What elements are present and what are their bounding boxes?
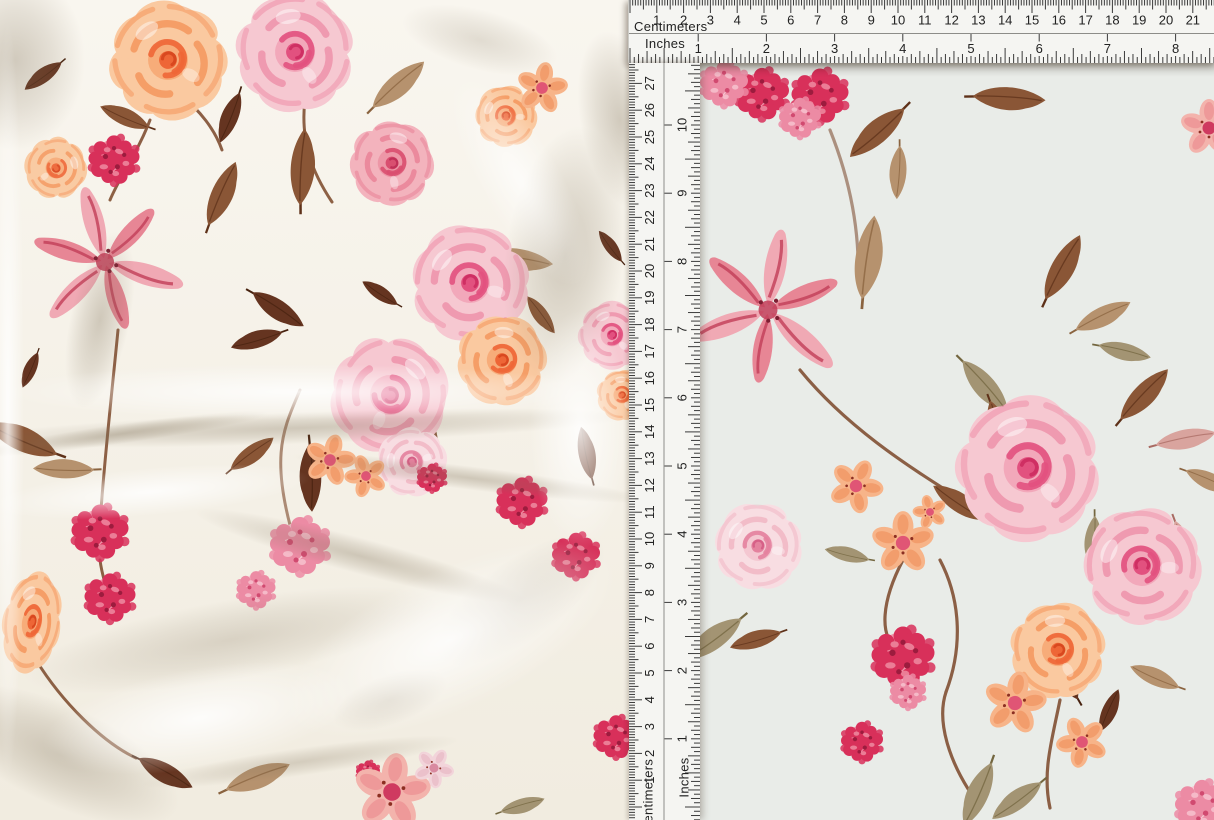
cm-tick-number: 10 bbox=[642, 532, 657, 546]
cm-tick-number: 16 bbox=[642, 371, 657, 385]
cm-tick-number: 7 bbox=[642, 616, 657, 623]
inch-tick-number: 6 bbox=[1036, 41, 1043, 56]
cm-tick-number: 14 bbox=[642, 425, 657, 439]
cm-tick-number: 4 bbox=[642, 696, 657, 703]
inch-tick-number: 9 bbox=[675, 190, 690, 197]
cm-tick-number: 11 bbox=[642, 505, 657, 519]
cm-tick-number: 13 bbox=[642, 451, 657, 465]
cm-tick-number: 5 bbox=[760, 13, 767, 28]
cm-tick-number: 21 bbox=[1186, 13, 1200, 28]
inch-tick-number: 1 bbox=[675, 735, 690, 742]
ruler-cast-shadow-top bbox=[629, 63, 1214, 77]
cm-tick-number: 4 bbox=[734, 13, 741, 28]
cm-tick-number: 14 bbox=[998, 13, 1012, 28]
cm-ticks bbox=[630, 0, 1214, 13]
cm-tick-number: 3 bbox=[707, 13, 714, 28]
vertical-ruler-scale: 1234567891011121314151617181920212223242… bbox=[629, 63, 700, 820]
horizontal-inches-label: Inches bbox=[645, 37, 685, 50]
vertical-centimeters-label: Centimeters bbox=[642, 750, 655, 820]
cm-tick-number: 24 bbox=[642, 157, 657, 171]
inch-tick-number: 7 bbox=[1104, 41, 1111, 56]
horizontal-centimeters-label: Centimeters bbox=[634, 20, 707, 33]
cm-tick-number: 12 bbox=[944, 13, 958, 28]
inch-tick-number: 1 bbox=[695, 41, 702, 56]
cm-tick-number: 19 bbox=[1132, 13, 1146, 28]
right-fabric-photo bbox=[629, 63, 1214, 820]
horizontal-ruler: 1234567891011121314151617181920211234567… bbox=[628, 0, 1214, 63]
cm-tick-number: 18 bbox=[1105, 13, 1119, 28]
inch-tick-number: 5 bbox=[675, 462, 690, 469]
cm-tick-number: 26 bbox=[642, 103, 657, 117]
inch-tick-number: 4 bbox=[675, 531, 690, 538]
inch-tick-number: 2 bbox=[763, 41, 770, 56]
cm-tick-number: 11 bbox=[918, 13, 932, 28]
cm-tick-number: 21 bbox=[642, 237, 657, 251]
inch-tick-number: 8 bbox=[675, 258, 690, 265]
right-fabric-background bbox=[629, 63, 1214, 820]
cm-tick-number: 20 bbox=[1159, 13, 1173, 28]
inch-tick-number: 7 bbox=[675, 326, 690, 333]
cm-tick-number: 8 bbox=[841, 13, 848, 28]
cm-tick-number: 3 bbox=[642, 723, 657, 730]
cm-tick-number: 23 bbox=[642, 183, 657, 197]
vertical-inches-label: Inches bbox=[678, 743, 691, 813]
cm-tick-number: 6 bbox=[642, 643, 657, 650]
inch-tick-number: 6 bbox=[675, 394, 690, 401]
inch-tick-number: 8 bbox=[1172, 41, 1179, 56]
cm-tick-number: 20 bbox=[642, 264, 657, 278]
inch-ticks bbox=[665, 65, 701, 819]
cm-numbers: 123456789101112131415161718192021 bbox=[653, 13, 1200, 28]
cm-tick-number: 18 bbox=[642, 317, 657, 331]
cm-tick-number: 15 bbox=[642, 398, 657, 412]
cm-tick-number: 9 bbox=[642, 562, 657, 569]
cm-tick-number: 25 bbox=[642, 130, 657, 144]
cm-tick-number: 27 bbox=[642, 76, 657, 90]
cm-numbers: 1234567891011121314151617181920212223242… bbox=[642, 76, 657, 784]
cm-tick-number: 10 bbox=[891, 13, 905, 28]
cm-tick-number: 5 bbox=[642, 669, 657, 676]
cm-tick-number: 7 bbox=[814, 13, 821, 28]
cm-tick-number: 19 bbox=[642, 291, 657, 305]
cm-tick-number: 9 bbox=[868, 13, 875, 28]
vertical-ruler: 1234567891011121314151617181920212223242… bbox=[629, 63, 700, 820]
left-fabric-photo bbox=[0, 0, 630, 820]
cm-ticks bbox=[629, 65, 642, 818]
cm-tick-number: 13 bbox=[971, 13, 985, 28]
inch-tick-number: 5 bbox=[967, 41, 974, 56]
cm-tick-number: 8 bbox=[642, 589, 657, 596]
inch-ticks bbox=[630, 34, 1214, 63]
cm-tick-number: 16 bbox=[1052, 13, 1066, 28]
cm-tick-number: 6 bbox=[787, 13, 794, 28]
cm-tick-number: 17 bbox=[642, 344, 657, 358]
cm-tick-number: 17 bbox=[1078, 13, 1092, 28]
inch-tick-number: 4 bbox=[899, 41, 906, 56]
inch-numbers: 1 2 3 4 5 6 7 8 9 10 bbox=[675, 118, 690, 743]
horizontal-ruler-scale: 1234567891011121314151617181920211234567… bbox=[629, 0, 1214, 63]
inch-tick-number: 10 bbox=[675, 118, 690, 132]
inch-tick-number: 2 bbox=[675, 667, 690, 674]
fabric-swatch-photo: 1234567891011121314151617181920211234567… bbox=[0, 0, 1214, 820]
inch-tick-number: 3 bbox=[831, 41, 838, 56]
cm-tick-number: 15 bbox=[1025, 13, 1039, 28]
cm-tick-number: 12 bbox=[642, 478, 657, 492]
cm-tick-number: 22 bbox=[642, 210, 657, 224]
inch-tick-number: 3 bbox=[675, 599, 690, 606]
